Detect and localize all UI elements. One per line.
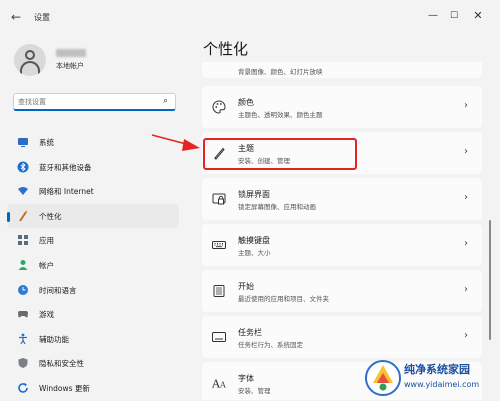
card-touch-keyboard[interactable]: 触摸键盘 主题、大小 › <box>202 224 482 266</box>
chevron-right-icon: › <box>464 192 468 203</box>
selection-indicator <box>7 211 10 222</box>
keyboard-icon <box>212 238 226 252</box>
privacy-icon <box>17 357 29 369</box>
sidebar-item-label: Windows 更新 <box>39 383 90 393</box>
lock-screen-icon <box>212 192 226 206</box>
card-title: 锁屏界面 <box>238 190 270 199</box>
avatar[interactable] <box>14 44 46 76</box>
color-palette-icon <box>212 100 226 114</box>
chevron-right-icon: › <box>464 238 468 249</box>
sidebar-nav: 系统 蓝牙和其他设备 网络和 Internet 个性化 应用 帐户 时间和语言 … <box>7 130 179 401</box>
maximize-icon[interactable]: ☐ <box>444 8 464 24</box>
card-colors[interactable]: 颜色 主题色、透明效果、颜色主题 › <box>202 86 482 128</box>
sidebar-item-accessibility[interactable]: 辅助功能 <box>7 327 179 352</box>
chevron-right-icon: › <box>464 100 468 111</box>
accessibility-icon <box>17 333 29 345</box>
card-start[interactable]: 开始 最近使用的应用和项目、文件夹 › <box>202 270 482 312</box>
chevron-right-icon: › <box>464 146 468 157</box>
network-icon <box>17 185 29 197</box>
account-type: 本地帐户 <box>56 62 84 70</box>
sidebar-item-label: 应用 <box>39 236 54 246</box>
start-icon <box>212 284 226 298</box>
sidebar-item-label: 时间和语言 <box>39 285 77 295</box>
sidebar-item-label: 蓝牙和其他设备 <box>39 162 92 172</box>
minimize-icon[interactable]: — <box>423 8 443 24</box>
watermark-logo-icon <box>365 360 401 396</box>
sidebar-item-network[interactable]: 网络和 Internet <box>7 179 179 204</box>
search-input[interactable] <box>18 95 158 108</box>
back-arrow-icon[interactable]: ← <box>8 9 24 25</box>
sidebar-item-accounts[interactable]: 帐户 <box>7 253 179 278</box>
sidebar-item-label: 隐私和安全性 <box>39 359 84 369</box>
system-icon <box>17 136 29 148</box>
card-title: 触摸键盘 <box>238 236 270 245</box>
avatar-head <box>25 50 35 60</box>
card-title: 颜色 <box>238 98 254 107</box>
fonts-icon: AA <box>211 376 226 391</box>
card-subtitle: 任务栏行为、系统固定 <box>238 341 303 349</box>
sidebar-item-label: 辅助功能 <box>39 334 69 344</box>
personalization-icon <box>17 210 29 222</box>
card-subtitle: 主题、大小 <box>238 249 271 257</box>
annotation-highlight-box <box>203 138 357 170</box>
watermark-url: www.yidaimei.com <box>404 380 480 389</box>
settings-window: ← 设置 — ☐ ✕ 本地帐户 ⌕ 系统 蓝牙和其他设备 <box>0 0 500 400</box>
settings-list: 背景图像、颜色、幻灯片放映 颜色 主题色、透明效果、颜色主题 › 主题 安装、创… <box>202 62 482 400</box>
card-subtitle: 背景图像、颜色、幻灯片放映 <box>238 68 323 76</box>
annotation-arrow-icon <box>151 134 200 151</box>
app-title: 设置 <box>34 13 50 22</box>
card-title: 任务栏 <box>238 328 262 337</box>
windows-update-icon <box>17 382 29 394</box>
taskbar-icon <box>212 330 226 344</box>
sidebar: 本地帐户 ⌕ 系统 蓝牙和其他设备 网络和 Internet 个性化 <box>0 34 190 400</box>
search-box[interactable]: ⌕ <box>13 93 176 111</box>
card-subtitle: 主题色、透明效果、颜色主题 <box>238 111 323 119</box>
watermark-text: 纯净系统家园 <box>404 363 470 376</box>
sidebar-item-label: 个性化 <box>39 211 62 221</box>
title-bar: ← 设置 — ☐ ✕ <box>0 0 500 34</box>
search-icon[interactable]: ⌕ <box>163 96 168 106</box>
chevron-right-icon: › <box>464 330 468 341</box>
sidebar-item-bluetooth[interactable]: 蓝牙和其他设备 <box>7 155 179 180</box>
gaming-icon <box>17 308 29 320</box>
avatar-body <box>20 61 40 75</box>
chevron-right-icon: › <box>464 284 468 295</box>
sidebar-item-gaming[interactable]: 游戏 <box>7 302 179 327</box>
accounts-icon <box>17 259 29 271</box>
bluetooth-icon <box>17 161 29 173</box>
card-taskbar[interactable]: 任务栏 任务栏行为、系统固定 › <box>202 316 482 358</box>
card-subtitle: 安装、管理 <box>238 387 271 395</box>
watermark: 纯净系统家园 www.yidaimei.com <box>362 356 500 400</box>
card-title: 字体 <box>238 374 254 383</box>
scrollbar[interactable] <box>489 220 491 340</box>
sidebar-item-label: 帐户 <box>39 260 54 270</box>
sidebar-item-time-language[interactable]: 时间和语言 <box>7 278 179 303</box>
apps-icon <box>17 234 29 246</box>
time-language-icon <box>17 284 29 296</box>
sidebar-item-label: 网络和 Internet <box>39 187 94 197</box>
sidebar-item-personalization[interactable]: 个性化 <box>7 203 179 229</box>
card-background[interactable]: 背景图像、颜色、幻灯片放映 <box>202 62 482 78</box>
card-lock-screen[interactable]: 锁屏界面 锁定屏幕图像、应用和动画 › <box>202 178 482 220</box>
sidebar-item-apps[interactable]: 应用 <box>7 228 179 253</box>
sidebar-item-label: 系统 <box>39 138 54 147</box>
sidebar-item-privacy[interactable]: 隐私和安全性 <box>7 351 179 376</box>
sidebar-item-label: 游戏 <box>39 310 54 320</box>
card-subtitle: 锁定屏幕图像、应用和动画 <box>238 203 316 211</box>
svg-text:A: A <box>219 381 226 390</box>
card-title: 开始 <box>238 282 254 291</box>
close-icon[interactable]: ✕ <box>468 8 488 24</box>
card-subtitle: 最近使用的应用和项目、文件夹 <box>238 295 329 303</box>
sidebar-item-windows-update[interactable]: Windows 更新 <box>7 376 179 401</box>
blurred-username <box>56 49 86 57</box>
page-title: 个性化 <box>203 40 249 58</box>
